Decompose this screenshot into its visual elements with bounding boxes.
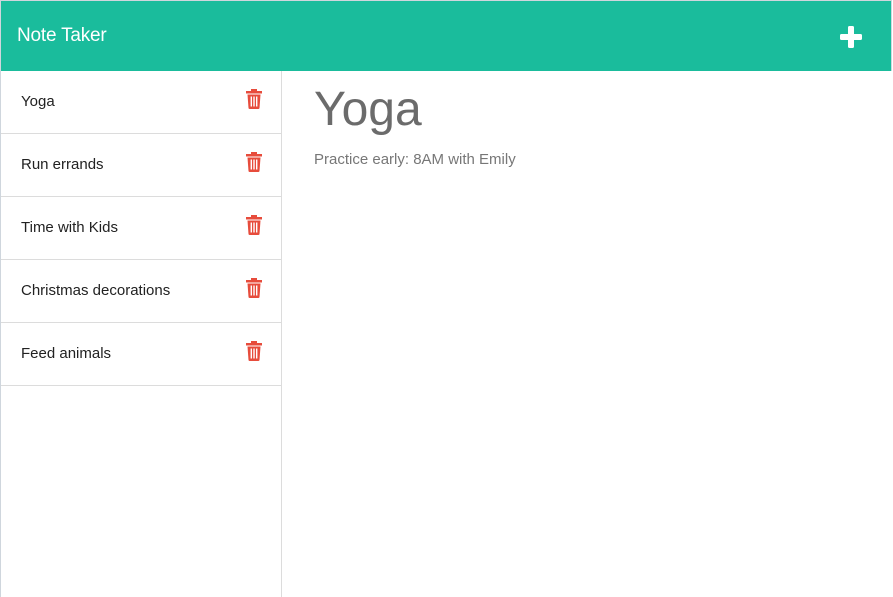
note-list-item-title: Time with Kids: [21, 219, 118, 236]
note-list-item-title: Yoga: [21, 93, 55, 110]
note-list: Yoga Run errands Time with Kids Christma…: [0, 71, 282, 597]
note-list-item[interactable]: Christmas decorations: [1, 260, 281, 323]
note-list-item-title: Feed animals: [21, 345, 112, 362]
trash-icon[interactable]: [246, 152, 262, 172]
new-note-button[interactable]: [834, 20, 868, 54]
note-list-item[interactable]: Yoga: [1, 71, 281, 134]
navbar: Note Taker: [0, 0, 892, 71]
note-title-display[interactable]: Yoga: [314, 83, 422, 137]
trash-icon[interactable]: [246, 278, 262, 298]
note-text-display[interactable]: Practice early: 8AM with Emily: [314, 151, 516, 169]
plus-icon: [840, 26, 862, 48]
note-list-item[interactable]: Run errands: [1, 134, 281, 197]
note-editor: Yoga Practice early: 8AM with Emily: [282, 71, 893, 597]
trash-icon[interactable]: [246, 341, 262, 361]
trash-icon[interactable]: [246, 215, 262, 235]
note-list-item[interactable]: Feed animals: [1, 323, 281, 386]
note-list-item-title: Christmas decorations: [21, 282, 171, 299]
trash-icon[interactable]: [246, 89, 262, 109]
app-title[interactable]: Note Taker: [17, 24, 107, 48]
note-list-item-title: Run errands: [21, 156, 104, 173]
note-list-item[interactable]: Time with Kids: [1, 197, 281, 260]
